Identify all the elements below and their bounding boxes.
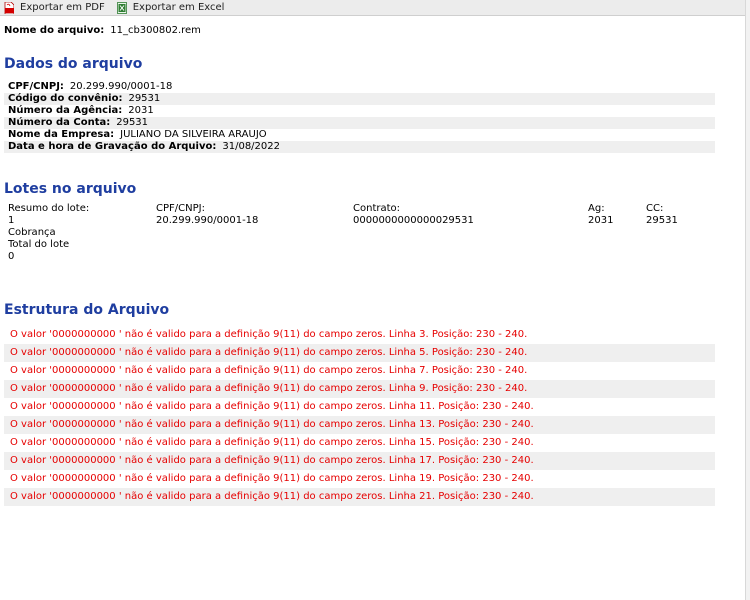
lote-cpf-label: CPF/CNPJ: xyxy=(156,203,205,214)
error-row: O valor '0000000000 ' não é valido para … xyxy=(4,344,715,362)
lote-total-label: Total do lote xyxy=(8,239,70,250)
excel-icon xyxy=(116,1,127,14)
lote-cc-value: 29531 xyxy=(646,215,678,226)
dados-row-agencia: Número da Agência: 2031 xyxy=(4,105,715,117)
error-row: O valor '0000000000 ' não é valido para … xyxy=(10,473,534,484)
report-content: Nome do arquivo: 11_cb300802.rem Dados do… xyxy=(0,24,744,506)
dados-value: 20.299.990/0001-18 xyxy=(69,81,173,92)
file-name-row: Nome do arquivo: 11_cb300802.rem xyxy=(4,24,744,38)
dados-row-convenio: Código do convênio: 29531 xyxy=(4,93,715,105)
lote-ag-value: 2031 xyxy=(588,215,614,226)
lotes-heading: Lotes no arquivo xyxy=(4,181,137,197)
dados-heading: Dados do arquivo xyxy=(4,56,143,72)
error-row: O valor '0000000000 ' não é valido para … xyxy=(4,452,715,470)
export-pdf-label: Exportar em PDF xyxy=(20,2,105,13)
dados-table: CPF/CNPJ: 20.299.990/0001-18 Código do co… xyxy=(4,81,715,153)
dados-label: CPF/CNPJ: xyxy=(8,81,64,92)
file-name-label: Nome do arquivo: xyxy=(4,25,105,36)
dados-label: Data e hora de Gravação do Arquivo: xyxy=(8,141,217,152)
lote-contrato-column: Contrato: 0000000000000029531 xyxy=(353,203,474,227)
error-row: O valor '0000000000 ' não é valido para … xyxy=(10,437,534,448)
error-row: O valor '0000000000 ' não é valido para … xyxy=(4,488,715,506)
error-row: O valor '0000000000 ' não é valido para … xyxy=(10,329,528,340)
dados-value: 2031 xyxy=(128,105,154,116)
lote-cpf-value: 20.299.990/0001-18 xyxy=(156,215,259,226)
dados-value: JULIANO DA SILVEIRA ARAUJO xyxy=(120,129,267,140)
lote-cc-label: CC: xyxy=(646,203,664,214)
lote-contrato-label: Contrato: xyxy=(353,203,401,214)
error-row: O valor '0000000000 ' não é valido para … xyxy=(10,365,528,376)
error-row: O valor '0000000000 ' não é valido para … xyxy=(10,401,534,412)
export-pdf-button[interactable]: Exportar em PDF xyxy=(4,1,105,14)
dados-value: 29531 xyxy=(128,93,161,104)
dados-row-gravacao: Data e hora de Gravação do Arquivo: 31/08… xyxy=(4,141,715,153)
lote-cc-column: CC: 29531 xyxy=(646,203,678,227)
error-row: O valor '0000000000 ' não é valido para … xyxy=(4,380,715,398)
dados-label: Número da Agência: xyxy=(8,105,123,116)
dados-row-conta: Número da Conta: 29531 xyxy=(4,117,715,129)
lote-ag-column: Ag: 2031 xyxy=(588,203,613,227)
toolbar: Exportar em PDF Exportar em Excel xyxy=(0,0,750,16)
lote-tipo: Cobrança xyxy=(8,227,56,238)
dados-value: 31/08/2022 xyxy=(222,141,280,152)
lote-resumo-column: Resumo do lote: 1 Cobrança Total do lote… xyxy=(8,203,89,263)
lote-ag-label: Ag: xyxy=(588,203,605,214)
lote-cpf-column: CPF/CNPJ: 20.299.990/0001-18 xyxy=(156,203,258,227)
lote-resumo-label: Resumo do lote: xyxy=(8,203,90,214)
file-name-value: 11_cb300802.rem xyxy=(110,25,201,36)
dados-label: Número da Conta: xyxy=(8,117,111,128)
dados-label: Nome da Empresa: xyxy=(8,129,115,140)
lotes-table: Resumo do lote: 1 Cobrança Total do lote… xyxy=(4,203,744,273)
error-row: O valor '0000000000 ' não é valido para … xyxy=(4,416,715,434)
estrutura-heading: Estrutura do Arquivo xyxy=(4,302,170,318)
pdf-icon xyxy=(4,1,15,14)
dados-row-empresa: Nome da Empresa: JULIANO DA SILVEIRA ARAU… xyxy=(4,129,715,141)
vertical-scrollbar[interactable] xyxy=(745,0,750,600)
dados-label: Código do convênio: xyxy=(8,93,123,104)
lote-contrato-value: 0000000000000029531 xyxy=(353,215,474,226)
export-excel-label: Exportar em Excel xyxy=(132,2,225,13)
lote-resumo-value: 1 xyxy=(8,215,15,226)
dados-value: 29531 xyxy=(116,117,149,128)
dados-row-cpf: CPF/CNPJ: 20.299.990/0001-18 xyxy=(4,81,715,93)
lote-total-value: 0 xyxy=(8,251,15,262)
error-list: O valor '0000000000 ' não é valido para … xyxy=(4,326,715,506)
export-excel-button[interactable]: Exportar em Excel xyxy=(116,1,225,14)
